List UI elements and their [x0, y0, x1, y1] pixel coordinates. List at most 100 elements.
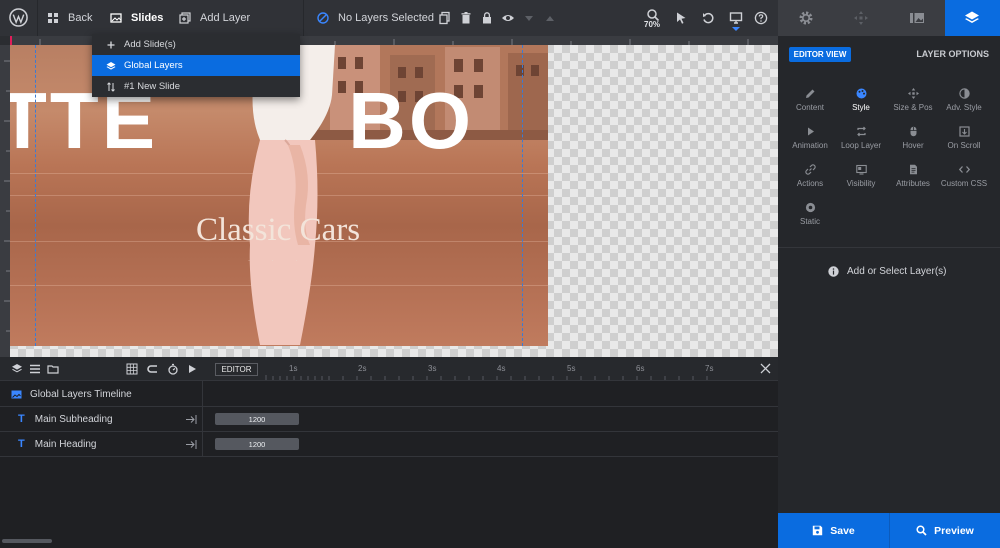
tab-layers[interactable]	[944, 0, 1000, 36]
timeline-editor-button[interactable]: EDITOR	[215, 363, 258, 376]
layer-label: Main Heading	[34, 438, 97, 450]
plus-icon	[107, 41, 115, 48]
move-up-icon[interactable]	[543, 11, 557, 25]
time-tick: 5s	[567, 364, 576, 373]
time-tick: 7s	[705, 364, 714, 373]
top-toolbar: Back Slides Add Layer No Layers Selected…	[0, 0, 778, 36]
panel-tabs	[778, 0, 1000, 36]
back-label: Back	[68, 12, 93, 24]
search-icon	[916, 525, 927, 536]
info-text: Add or Select Layer(s)	[847, 266, 947, 277]
document-icon	[909, 164, 917, 175]
option-label: On Scroll	[947, 141, 981, 150]
time-tick: 1s	[289, 364, 298, 373]
slides-button[interactable]: Slides	[110, 0, 163, 36]
link-icon	[804, 164, 816, 175]
zoom-level[interactable]: 70%	[644, 20, 660, 29]
global-layers-label: Global Layers	[124, 60, 183, 71]
slides-dropdown: Add Slide(s) Global Layers #1 New Slide	[92, 34, 300, 97]
timeline-group-row[interactable]: Global Layers Timeline	[0, 382, 778, 407]
close-icon[interactable]	[760, 363, 771, 374]
slides-label: Slides	[131, 12, 164, 24]
image-icon	[110, 13, 122, 23]
guide-line-left	[35, 45, 36, 346]
tab-navigation[interactable]	[833, 0, 889, 36]
option-on-scroll[interactable]: On Scroll	[932, 126, 996, 156]
move-arrows-icon	[854, 11, 869, 25]
code-icon	[958, 166, 970, 173]
play-icon[interactable]	[186, 363, 198, 375]
save-icon	[813, 525, 823, 536]
option-label: Static	[799, 217, 820, 226]
option-static[interactable]: Static	[778, 202, 842, 232]
wordpress-icon[interactable]	[9, 8, 28, 27]
layer-selection-status: No Layers Selected	[317, 0, 434, 36]
play-icon	[807, 127, 814, 136]
decorative-text: · · ·	[248, 258, 308, 264]
guide-line-right	[522, 45, 523, 346]
loop-icon[interactable]	[147, 363, 159, 375]
layers-icon[interactable]	[11, 363, 23, 375]
cursor-icon[interactable]	[674, 11, 688, 25]
gear-icon	[799, 11, 813, 25]
save-button[interactable]: Save	[778, 513, 889, 548]
target-icon	[317, 12, 329, 24]
layers-icon	[965, 11, 980, 23]
timeline-layer-row[interactable]: T Main Heading 1200	[0, 432, 778, 457]
option-adv-style[interactable]: Adv. Style	[932, 88, 996, 118]
timeline-panel: EDITOR 1s 2s 3s 4s 5s 6s 7s Global Layer…	[0, 357, 778, 548]
editor-view-button[interactable]: EDITOR VIEW	[789, 47, 851, 62]
save-label: Save	[830, 524, 855, 537]
stopwatch-icon[interactable]	[167, 363, 179, 375]
add-slide-label: Add Slide(s)	[124, 39, 176, 50]
option-custom-css[interactable]: Custom CSS	[932, 164, 996, 194]
selection-status-text: No Layers Selected	[338, 12, 434, 24]
gallery-icon	[909, 13, 924, 23]
info-icon	[828, 266, 839, 277]
empty-selection-message: Add or Select Layer(s)	[828, 266, 947, 277]
new-slide-label: #1 New Slide	[124, 81, 180, 92]
layer-duration-bar[interactable]: 1200	[215, 438, 299, 450]
time-tick: 3s	[428, 364, 437, 373]
layers-icon	[106, 61, 116, 70]
lock-icon[interactable]	[480, 11, 494, 25]
timeline-group-label: Global Layers Timeline	[30, 388, 132, 400]
device-caret-icon	[732, 27, 740, 31]
tab-slide-background[interactable]	[889, 0, 945, 36]
text-layer-icon: T	[18, 438, 25, 450]
move-down-icon[interactable]	[522, 11, 536, 25]
main-subheading-layer[interactable]: Classic Cars	[196, 212, 360, 249]
undo-icon[interactable]	[701, 11, 715, 25]
preview-button[interactable]: Preview	[889, 513, 1000, 548]
global-layers-item[interactable]: Global Layers	[92, 55, 300, 76]
layer-options-title[interactable]: LAYER OPTIONS	[916, 49, 989, 59]
tab-settings[interactable]	[778, 0, 834, 36]
horizontal-scrollbar[interactable]	[2, 539, 52, 543]
mouse-icon	[910, 126, 916, 137]
heading-right-text: BO	[348, 76, 475, 165]
back-button[interactable]: Back	[47, 0, 92, 36]
layer-duration-bar[interactable]: 1200	[215, 413, 299, 425]
list-icon[interactable]	[29, 363, 41, 375]
add-slide-item[interactable]: Add Slide(s)	[92, 34, 300, 55]
eye-icon[interactable]	[501, 11, 515, 25]
time-tick: 4s	[497, 364, 506, 373]
new-slide-item[interactable]: #1 New Slide	[92, 76, 300, 97]
text-layer-icon: T	[18, 413, 25, 425]
add-layer-button[interactable]: Add Layer	[179, 0, 250, 36]
align-end-icon[interactable]	[186, 440, 197, 449]
option-label: Adv. Style	[946, 103, 982, 112]
help-icon[interactable]	[754, 11, 768, 25]
desktop-icon[interactable]	[729, 11, 743, 25]
trash-icon[interactable]	[459, 11, 473, 25]
duplicate-icon[interactable]	[438, 11, 452, 25]
folder-icon[interactable]	[47, 363, 59, 375]
preview-label: Preview	[934, 524, 974, 537]
palette-icon	[856, 88, 866, 99]
time-tick: 2s	[358, 364, 367, 373]
timeline-layer-row[interactable]: T Main Subheading 1200	[0, 407, 778, 432]
snap-grid-icon[interactable]	[126, 363, 138, 375]
contrast-icon	[958, 88, 970, 99]
visibility-icon	[855, 164, 867, 175]
align-end-icon[interactable]	[186, 415, 197, 424]
